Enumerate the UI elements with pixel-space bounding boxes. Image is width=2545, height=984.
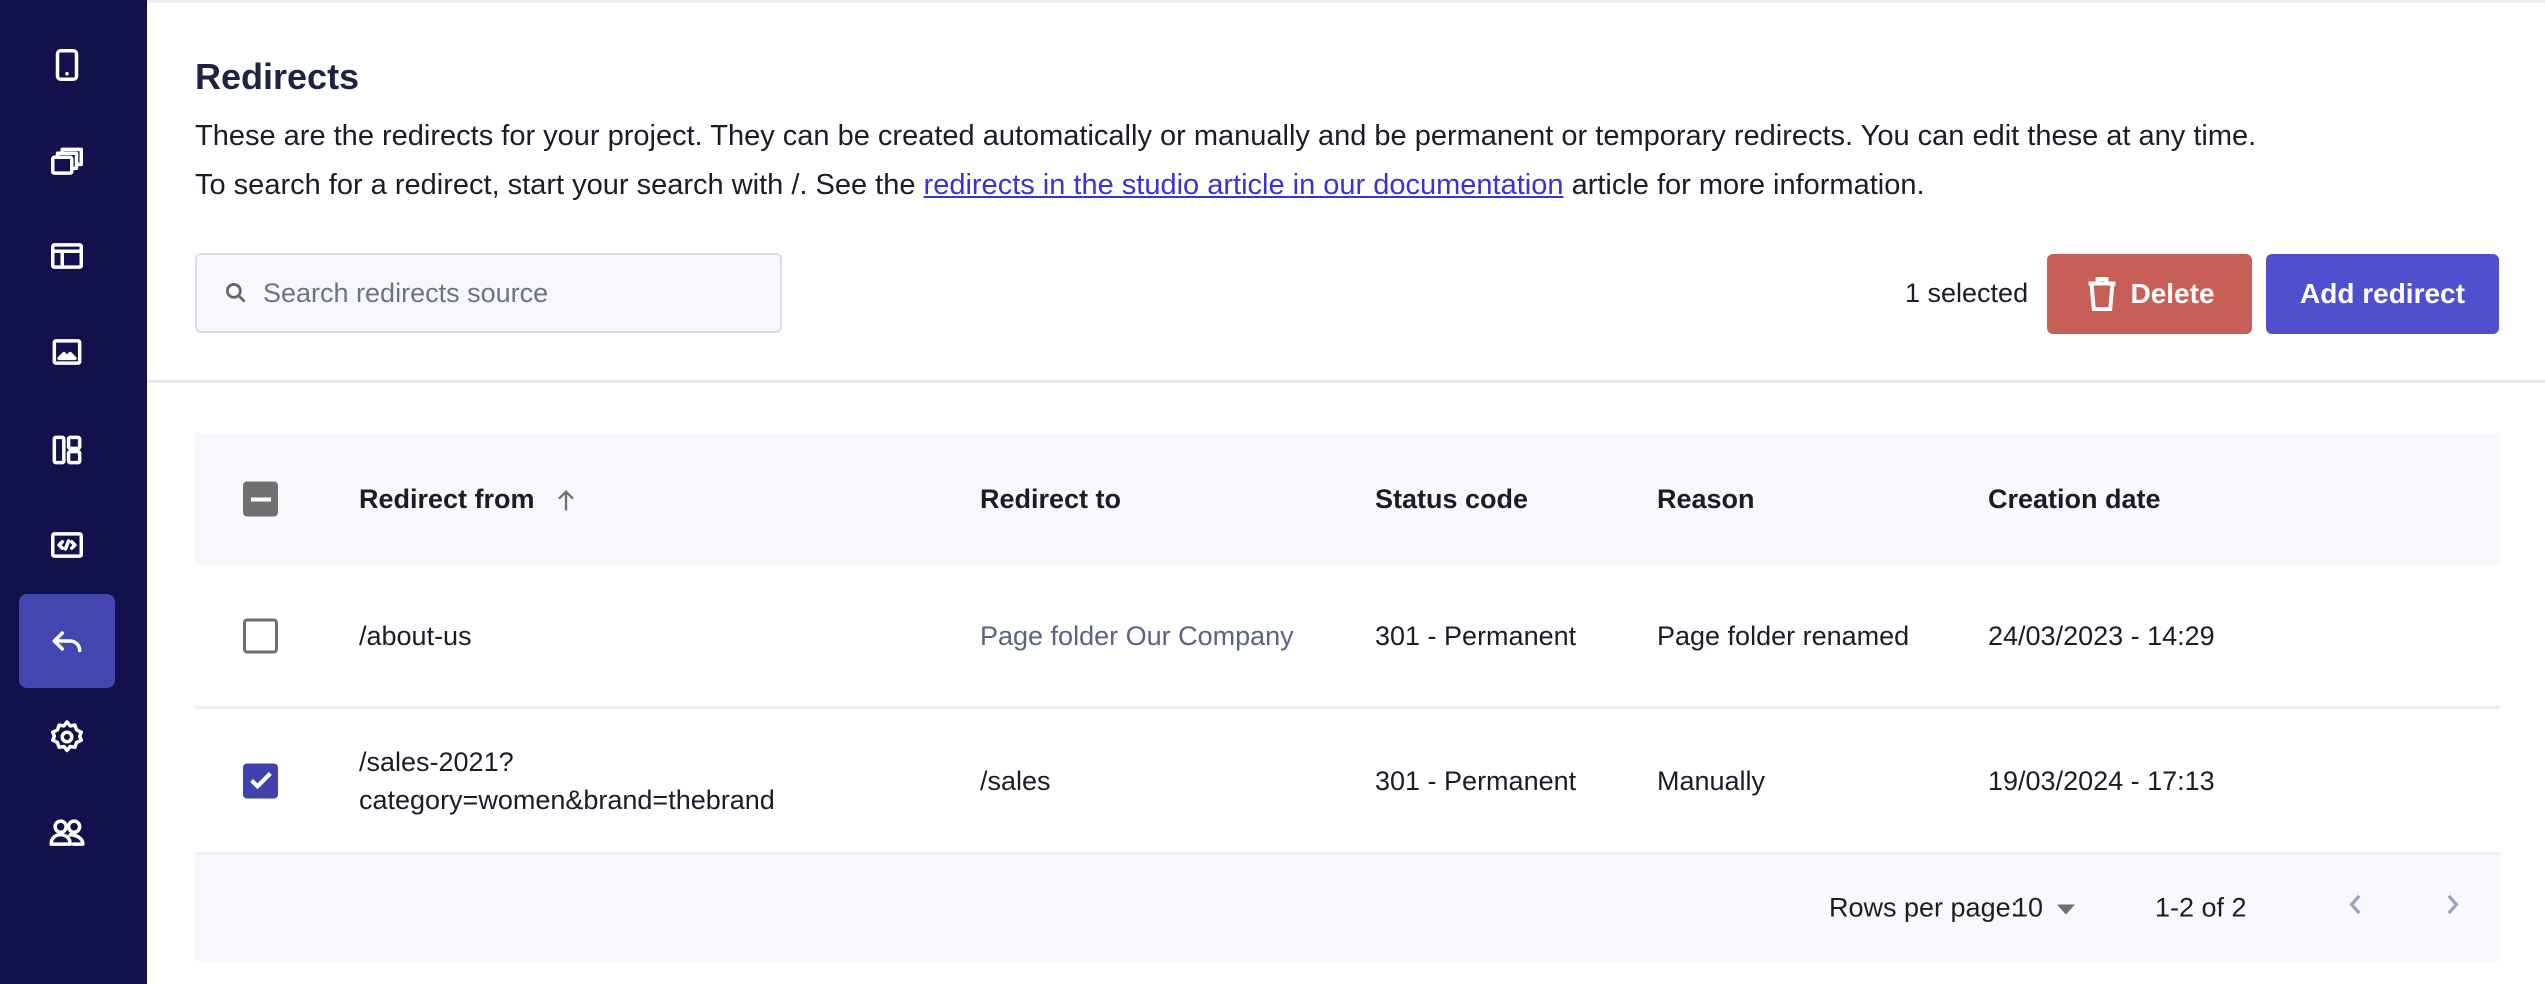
users-icon — [48, 814, 86, 852]
sidebar-item-layouts[interactable] — [19, 209, 115, 303]
sidebar-item-settings[interactable] — [19, 690, 115, 784]
rows-per-page-select[interactable]: 10 — [2013, 893, 2075, 924]
reason: Page folder renamed — [1657, 617, 1909, 655]
row-checkbox[interactable] — [243, 618, 278, 653]
main-content: Redirects These are the redirects for yo… — [147, 0, 2545, 984]
sidebar — [0, 0, 147, 984]
sidebar-item-redirects[interactable] — [19, 594, 115, 688]
redirect-from: /about-us — [359, 617, 472, 655]
layout-icon — [48, 237, 86, 275]
description-text: article for more information. — [1564, 169, 1925, 201]
row-checkbox-checked[interactable] — [243, 763, 278, 798]
redirects-table: Redirect from Redirect to Status code Re… — [195, 433, 2500, 961]
device-icon — [48, 46, 86, 84]
next-page-button[interactable] — [2439, 892, 2465, 925]
documentation-link[interactable]: redirects in the studio article in our d… — [924, 169, 1564, 201]
sidebar-item-dashboard[interactable] — [19, 403, 115, 497]
table-row[interactable]: /sales-2021?category=women&brand=thebran… — [195, 709, 2500, 855]
status-code: 301 - Permanent — [1375, 762, 1576, 800]
description-line: These are the redirects for your project… — [195, 112, 2535, 161]
caret-down-icon — [2057, 904, 2075, 914]
checkmark-icon — [247, 767, 275, 795]
creation-date: 19/03/2024 - 17:13 — [1988, 762, 2215, 800]
sidebar-item-devices[interactable] — [19, 18, 115, 112]
rows-per-page-label: Rows per page: — [1829, 893, 2018, 924]
table-pagination: Rows per page: 10 1-2 of 2 — [195, 855, 2500, 961]
code-icon — [48, 526, 86, 564]
status-code: 301 - Permanent — [1375, 617, 1576, 655]
pages-icon — [48, 143, 86, 181]
description-text: To search for a redirect, start your sea… — [195, 169, 924, 201]
redirect-icon — [48, 622, 86, 660]
dashboard-icon — [48, 431, 86, 469]
redirect-to-link[interactable]: Page folder Our Company — [980, 617, 1294, 655]
gear-icon — [48, 718, 86, 756]
delete-button[interactable]: Delete — [2047, 254, 2252, 334]
select-all-checkbox[interactable] — [243, 482, 278, 517]
reason: Manually — [1657, 762, 1765, 800]
chevron-left-icon — [2343, 892, 2369, 918]
search-input[interactable] — [263, 278, 763, 309]
table-header: Redirect from Redirect to Status code Re… — [195, 433, 2500, 565]
trash-icon — [2084, 274, 2120, 314]
add-redirect-button[interactable]: Add redirect — [2266, 254, 2499, 334]
column-redirect-to[interactable]: Redirect to — [980, 480, 1121, 518]
previous-page-button[interactable] — [2343, 892, 2369, 925]
column-redirect-from[interactable]: Redirect from — [359, 480, 580, 518]
sidebar-item-pages[interactable] — [19, 115, 115, 209]
chevron-right-icon — [2439, 892, 2465, 918]
delete-label: Delete — [2130, 278, 2214, 310]
page-description: These are the redirects for your project… — [195, 112, 2535, 210]
column-reason[interactable]: Reason — [1657, 480, 1755, 518]
sort-ascending-icon — [552, 487, 580, 515]
page-title: Redirects — [195, 56, 359, 98]
table-row[interactable]: /about-us Page folder Our Company 301 - … — [195, 565, 2500, 709]
image-icon — [48, 333, 86, 371]
search-icon — [223, 280, 249, 306]
creation-date: 24/03/2023 - 14:29 — [1988, 617, 2215, 655]
sidebar-item-users[interactable] — [19, 786, 115, 880]
page-range: 1-2 of 2 — [2155, 893, 2247, 924]
search-box[interactable] — [195, 253, 782, 333]
selected-count: 1 selected — [1905, 278, 2028, 309]
page-header: Redirects These are the redirects for yo… — [147, 0, 2545, 383]
sidebar-item-developer[interactable] — [19, 498, 115, 592]
sidebar-item-media[interactable] — [19, 305, 115, 399]
column-status-code[interactable]: Status code — [1375, 480, 1528, 518]
redirect-from: /sales-2021?category=women&brand=thebran… — [359, 743, 775, 819]
column-creation-date[interactable]: Creation date — [1988, 480, 2161, 518]
redirect-to: /sales — [980, 762, 1051, 800]
